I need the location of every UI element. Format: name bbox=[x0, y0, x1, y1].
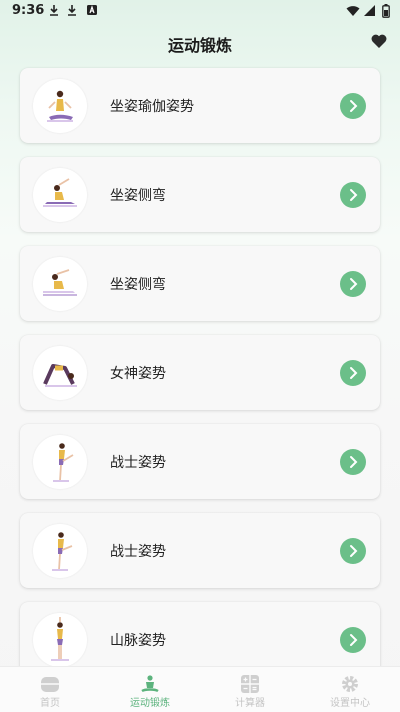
yoga-icon bbox=[141, 675, 159, 693]
pose-illustration bbox=[33, 346, 87, 400]
status-bar: 9:36 bbox=[0, 0, 400, 22]
exercise-card[interactable]: 坐姿瑜伽姿势 bbox=[20, 68, 380, 143]
exercise-card[interactable]: 坐姿侧弯 bbox=[20, 157, 380, 232]
nav-item-settings[interactable]: 设置中心 bbox=[300, 667, 400, 712]
calculator-icon bbox=[241, 675, 259, 693]
exercise-label: 战士姿势 bbox=[110, 455, 166, 471]
pose-illustration bbox=[33, 79, 87, 133]
battery-icon bbox=[382, 4, 390, 18]
exercise-label: 山脉姿势 bbox=[110, 633, 166, 649]
bottom-nav: 首页 运动锻炼 计算器 设置中心 bbox=[0, 666, 400, 712]
exercise-label: 坐姿侧弯 bbox=[110, 188, 166, 204]
nav-label: 运动锻炼 bbox=[130, 698, 170, 709]
exercise-card[interactable]: 女神姿势 bbox=[20, 335, 380, 410]
exercise-card[interactable]: 战士姿势 bbox=[20, 513, 380, 588]
chevron-right-icon[interactable] bbox=[340, 538, 366, 564]
chevron-right-icon[interactable] bbox=[340, 627, 366, 653]
download-icon bbox=[50, 5, 58, 16]
exercise-card[interactable]: 战士姿势 bbox=[20, 424, 380, 499]
page-title: 运动锻炼 bbox=[167, 36, 232, 55]
status-time: 9:36 bbox=[12, 3, 45, 18]
pose-illustration bbox=[33, 257, 87, 311]
wifi-icon bbox=[346, 6, 360, 16]
exercise-label: 女神姿势 bbox=[110, 366, 166, 382]
app-notification-icon bbox=[87, 5, 97, 15]
nav-item-home[interactable]: 首页 bbox=[0, 667, 100, 712]
exercise-card[interactable]: 坐姿侧弯 bbox=[20, 246, 380, 321]
nav-item-exercise[interactable]: 运动锻炼 bbox=[100, 667, 200, 712]
nav-label: 计算器 bbox=[235, 698, 265, 709]
chevron-right-icon[interactable] bbox=[340, 360, 366, 386]
nav-label: 设置中心 bbox=[330, 698, 370, 709]
pose-illustration bbox=[33, 524, 87, 578]
pose-illustration bbox=[33, 613, 87, 667]
home-icon bbox=[41, 677, 59, 692]
chevron-right-icon[interactable] bbox=[340, 271, 366, 297]
signal-icon bbox=[364, 5, 375, 16]
heart-icon[interactable] bbox=[370, 32, 388, 50]
pose-illustration bbox=[33, 435, 87, 489]
exercise-label: 坐姿瑜伽姿势 bbox=[110, 99, 194, 115]
chevron-right-icon[interactable] bbox=[340, 182, 366, 208]
chevron-right-icon[interactable] bbox=[340, 93, 366, 119]
title-bar: 运动锻炼 bbox=[0, 22, 400, 64]
gear-icon bbox=[342, 676, 358, 692]
exercise-label: 战士姿势 bbox=[110, 544, 166, 560]
download-icon bbox=[68, 5, 76, 16]
pose-illustration bbox=[33, 168, 87, 222]
nav-label: 首页 bbox=[40, 698, 60, 709]
exercise-label: 坐姿侧弯 bbox=[110, 277, 166, 293]
exercise-list: 坐姿瑜伽姿势 坐姿侧弯 坐姿侧弯 女神姿势 战士姿势 战士姿势 山脉姿势 bbox=[20, 68, 380, 691]
chevron-right-icon[interactable] bbox=[340, 449, 366, 475]
nav-item-calculator[interactable]: 计算器 bbox=[200, 667, 300, 712]
